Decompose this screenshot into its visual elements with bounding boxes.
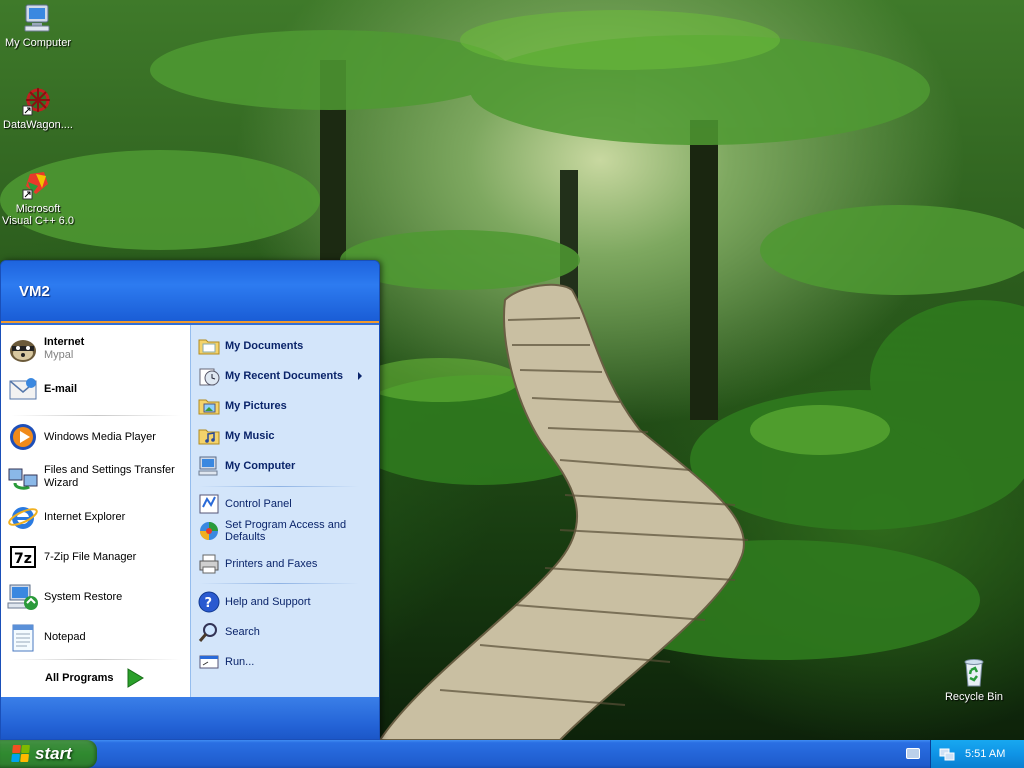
mypal-icon <box>7 333 39 365</box>
all-programs-label: All Programs <box>45 672 114 684</box>
recent-item-label: Files and Settings Transfer Wizard <box>44 464 175 489</box>
recent-item-label: Internet Explorer <box>44 510 126 523</box>
place-my-computer[interactable]: My Computer <box>198 455 295 477</box>
help-label: Help and Support <box>225 596 311 608</box>
desktop-icon-my-computer[interactable]: My Computer <box>0 2 76 49</box>
pinned-item-label: E-mail <box>44 382 78 395</box>
visual-cpp-icon <box>22 168 54 200</box>
recent-item-label: System Restore <box>44 590 123 603</box>
recent-item-media-player[interactable]: Windows Media Player <box>7 421 156 453</box>
system-printers-faxes[interactable]: Printers and Faxes <box>198 553 317 575</box>
start-button[interactable]: start <box>0 740 97 768</box>
help-label: Run... <box>225 656 255 668</box>
desktop-icon-label: DataWagon.... <box>3 119 73 131</box>
network-icon[interactable] <box>939 746 955 762</box>
start-label: start <box>35 744 72 763</box>
right-separator <box>199 486 359 487</box>
left-separator <box>11 659 181 660</box>
recent-item-label: Windows Media Player <box>44 430 156 443</box>
system-label: Printers and Faxes <box>225 558 318 570</box>
recent-item-label: Notepad <box>44 630 86 643</box>
place-label: My Recent Documents <box>225 370 343 382</box>
recent-item-7zip[interactable]: 7z 7-Zip File Manager <box>7 541 136 573</box>
user-name: VM2 <box>19 283 50 300</box>
right-separator <box>199 583 359 584</box>
pinned-item-label: Internet <box>44 336 85 348</box>
transfer-wizard-icon <box>7 461 39 493</box>
place-label: My Music <box>225 430 275 442</box>
recent-documents-icon <box>198 365 220 387</box>
start-menu-footer <box>1 697 379 739</box>
desktop-icon-datawagon[interactable]: DataWagon.... <box>0 84 76 131</box>
printer-icon <box>198 553 220 575</box>
my-computer-icon <box>22 2 54 34</box>
folder-documents-icon <box>198 335 220 357</box>
desktop-icon-visual-cpp[interactable]: Microsoft Visual C++ 6.0 <box>0 168 76 227</box>
start-menu-header: VM2 <box>1 261 379 323</box>
system-label: Set Program Access and Defaults <box>225 519 347 543</box>
all-programs-button[interactable]: All Programs <box>45 667 145 689</box>
windows-logo-icon <box>11 745 31 763</box>
place-my-recent-documents[interactable]: My Recent Documents <box>198 365 370 387</box>
keyboard-icon[interactable] <box>906 748 920 759</box>
pinned-item-email[interactable]: E-mail <box>7 373 77 405</box>
recycle-bin-icon <box>958 656 990 688</box>
svg-text:?: ? <box>205 596 213 611</box>
search[interactable]: Search <box>198 621 260 643</box>
desktop-icon-label: Recycle Bin <box>944 691 1004 703</box>
notepad-icon <box>7 621 39 653</box>
pinned-item-internet[interactable]: Internet Mypal <box>7 333 84 365</box>
place-label: My Computer <box>225 460 296 472</box>
folder-music-icon <box>198 425 220 447</box>
recent-item-internet-explorer[interactable]: Internet Explorer <box>7 501 125 533</box>
green-arrow-icon <box>125 667 145 689</box>
help-icon: ? <box>198 591 220 613</box>
recent-item-transfer-wizard[interactable]: Files and Settings Transfer Wizard <box>7 461 179 493</box>
place-my-music[interactable]: My Music <box>198 425 275 447</box>
start-menu-body: Internet Mypal E-mail Windows Media Playe… <box>1 325 379 697</box>
desktop-icon-recycle-bin[interactable]: Recycle Bin <box>936 656 1012 703</box>
start-menu-left-pane: Internet Mypal E-mail Windows Media Playe… <box>1 325 191 697</box>
system-tray: 5:51 AM <box>930 740 1024 768</box>
search-icon <box>198 621 220 643</box>
place-my-documents[interactable]: My Documents <box>198 335 303 357</box>
7zip-icon: 7z <box>7 541 39 573</box>
desktop-icon-label: My Computer <box>4 37 72 49</box>
submenu-arrow-icon <box>358 372 362 380</box>
internet-explorer-icon <box>7 501 39 533</box>
help-label: Search <box>225 626 260 638</box>
place-label: My Pictures <box>225 400 287 412</box>
taskbar: start 5:51 AM <box>0 740 1024 768</box>
system-label: Control Panel <box>225 498 292 510</box>
recent-item-notepad[interactable]: Notepad <box>7 621 86 653</box>
recent-item-system-restore[interactable]: System Restore <box>7 581 122 613</box>
system-program-defaults[interactable]: Set Program Access and Defaults <box>198 519 355 543</box>
run-icon <box>198 651 220 673</box>
place-label: My Documents <box>225 340 304 352</box>
place-my-pictures[interactable]: My Pictures <box>198 395 287 417</box>
run[interactable]: Run... <box>198 651 254 673</box>
email-icon <box>7 373 39 405</box>
datawagon-icon <box>22 84 54 116</box>
pinned-item-sublabel: Mypal <box>44 349 74 361</box>
help-and-support[interactable]: ? Help and Support <box>198 591 311 613</box>
my-computer-icon <box>198 455 220 477</box>
system-restore-icon <box>7 581 39 613</box>
media-player-icon <box>7 421 39 453</box>
recent-item-label: 7-Zip File Manager <box>44 550 137 563</box>
start-menu: VM2 Internet Mypal E-mail Windows Media … <box>0 260 380 740</box>
left-separator <box>11 415 181 416</box>
start-menu-right-pane: My Documents My Recent Documents My Pict… <box>191 325 379 697</box>
system-control-panel[interactable]: Control Panel <box>198 493 292 515</box>
clock[interactable]: 5:51 AM <box>965 748 1005 760</box>
folder-pictures-icon <box>198 395 220 417</box>
desktop-icon-label: Microsoft Visual C++ 6.0 <box>2 203 74 227</box>
svg-text:7z: 7z <box>14 551 32 567</box>
control-panel-icon <box>198 493 220 515</box>
program-defaults-icon <box>198 520 220 542</box>
